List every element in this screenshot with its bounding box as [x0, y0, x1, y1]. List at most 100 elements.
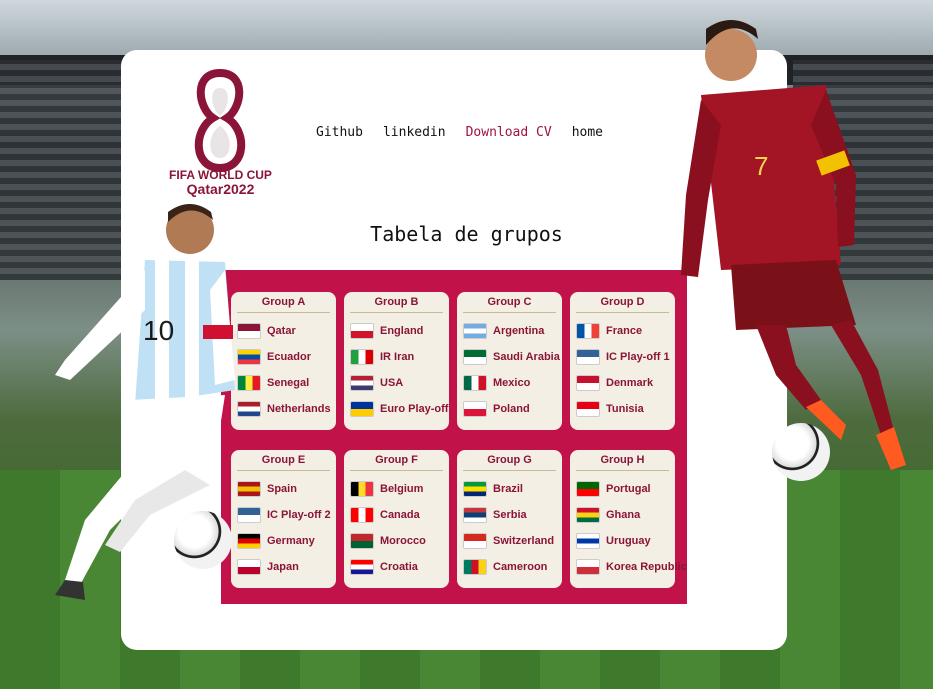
team-name: Croatia: [380, 561, 418, 573]
team-name: Spain: [267, 483, 297, 495]
nav-download-cv-link[interactable]: Download CV: [466, 125, 552, 140]
team-name: Saudi Arabia: [493, 351, 560, 363]
flag-icon: [576, 533, 600, 549]
team-name: Euro Play-off: [380, 403, 449, 415]
flag-icon: [463, 375, 487, 391]
football-ball-left: [174, 511, 232, 569]
flag-icon: [576, 375, 600, 391]
team-name: Tunisia: [606, 403, 644, 415]
svg-text:10: 10: [143, 315, 174, 346]
team-row: IC Play-off 2: [237, 502, 331, 528]
flag-icon: [237, 349, 261, 365]
flag-icon: [576, 323, 600, 339]
flag-icon: [576, 481, 600, 497]
flag-icon: [350, 323, 374, 339]
team-row: Germany: [237, 528, 330, 554]
logo-line1: FIFA WORLD CUP: [169, 168, 272, 182]
group-title: Group C: [463, 296, 556, 313]
team-row: Poland: [463, 396, 556, 422]
group-card: Group B England IR Iran USA Euro Play-off: [344, 292, 449, 430]
team-row: Saudi Arabia: [463, 344, 560, 370]
team-name: England: [380, 325, 424, 337]
top-nav: Github linkedin Download CV home: [316, 125, 603, 140]
team-name: Brazil: [493, 483, 523, 495]
team-name: Morocco: [380, 535, 426, 547]
nav-home-link[interactable]: home: [572, 125, 603, 140]
team-row: Netherlands: [237, 396, 331, 422]
flag-icon: [237, 533, 261, 549]
team-name: Ghana: [606, 509, 641, 521]
group-title: Group A: [237, 296, 330, 313]
flag-icon: [463, 533, 487, 549]
team-row: Portugal: [576, 476, 669, 502]
team-row: Canada: [350, 502, 443, 528]
team-name: Germany: [267, 535, 315, 547]
team-name: Senegal: [267, 377, 310, 389]
flag-icon: [350, 507, 374, 523]
team-name: Qatar: [267, 325, 296, 337]
team-row: Korea Republic: [576, 554, 687, 580]
team-name: USA: [380, 377, 404, 389]
team-row: France: [576, 318, 669, 344]
team-row: USA: [350, 370, 443, 396]
nav-github-link[interactable]: Github: [316, 125, 363, 140]
team-name: Serbia: [493, 509, 527, 521]
team-name: Poland: [493, 403, 530, 415]
team-row: Morocco: [350, 528, 443, 554]
group-card: Group E Spain IC Play-off 2 Germany Japan: [231, 450, 336, 588]
group-card: Group C Argentina Saudi Arabia Mexico Poland: [457, 292, 562, 430]
logo-line2: Qatar2022: [186, 181, 255, 197]
team-row: Qatar: [237, 318, 330, 344]
flag-icon: [350, 401, 374, 417]
team-name: Switzerland: [493, 535, 555, 547]
svg-text:7: 7: [754, 151, 768, 181]
group-title: Group H: [576, 454, 669, 471]
flag-icon: [237, 323, 261, 339]
group-card: Group H Portugal Ghana Uruguay Korea Republi…: [570, 450, 687, 588]
team-row: Ecuador: [237, 344, 330, 370]
team-row: Tunisia: [576, 396, 669, 422]
team-row: IR Iran: [350, 344, 443, 370]
flag-icon: [350, 349, 374, 365]
flag-icon: [576, 349, 600, 365]
team-row: Brazil: [463, 476, 556, 502]
football-ball-right: [772, 423, 830, 481]
flag-icon: [237, 507, 261, 523]
team-name: Netherlands: [267, 403, 331, 415]
team-name: Denmark: [606, 377, 654, 389]
flag-icon: [350, 481, 374, 497]
flag-icon: [350, 559, 374, 575]
team-name: France: [606, 325, 643, 337]
group-title: Group B: [350, 296, 443, 313]
team-row: Euro Play-off: [350, 396, 448, 422]
group-title: Group F: [350, 454, 443, 471]
team-name: Ecuador: [267, 351, 312, 363]
team-name: Argentina: [493, 325, 545, 337]
team-row: England: [350, 318, 443, 344]
flag-icon: [237, 375, 261, 391]
flag-icon: [350, 375, 374, 391]
team-name: Belgium: [380, 483, 424, 495]
team-name: Korea Republic: [606, 561, 687, 573]
team-row: IC Play-off 1: [576, 344, 670, 370]
team-name: IR Iran: [380, 351, 415, 363]
flag-icon: [463, 401, 487, 417]
nav-linkedin-link[interactable]: linkedin: [383, 125, 446, 140]
team-row: Japan: [237, 554, 330, 580]
team-row: Serbia: [463, 502, 556, 528]
team-row: Argentina: [463, 318, 556, 344]
team-name: IC Play-off 1: [606, 351, 670, 363]
team-name: Canada: [380, 509, 420, 521]
group-card: Group F Belgium Canada Morocco Croatia: [344, 450, 449, 588]
group-card: Group A Qatar Ecuador Senegal Netherlands: [231, 292, 336, 430]
groups-table: Group A Qatar Ecuador Senegal Netherlands Gro…: [221, 270, 687, 604]
team-row: Belgium: [350, 476, 443, 502]
flag-icon: [463, 507, 487, 523]
flag-icon: [576, 401, 600, 417]
flag-icon: [576, 507, 600, 523]
team-name: Mexico: [493, 377, 531, 389]
team-row: Ghana: [576, 502, 669, 528]
group-title: Group D: [576, 296, 669, 313]
team-name: Portugal: [606, 483, 651, 495]
team-name: Japan: [267, 561, 299, 573]
